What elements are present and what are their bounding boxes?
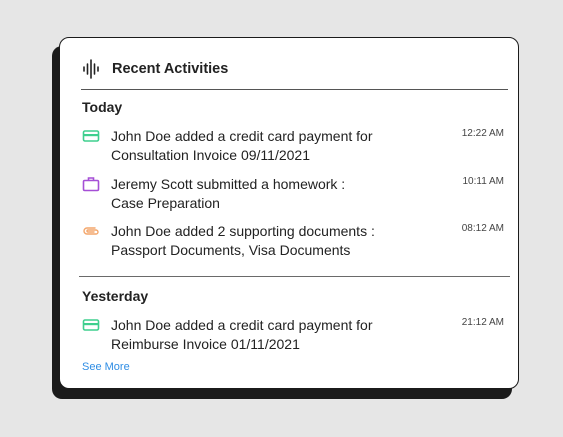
activity-line-1: John Doe added a credit card payment for <box>111 128 373 144</box>
activity-line-1: Jeremy Scott submitted a homework : <box>111 176 346 192</box>
briefcase-icon <box>82 177 100 192</box>
section-title-yesterday: Yesterday <box>82 288 149 304</box>
sound-wave-icon <box>83 59 99 79</box>
activity-text: John Doe added a credit card payment for… <box>111 316 441 354</box>
activity-item: John Doe added 2 supporting documents : … <box>82 222 504 262</box>
activity-time: 10:11 AM <box>462 176 504 187</box>
activity-time: 21:12 AM <box>461 317 504 328</box>
see-more-link[interactable]: See More <box>82 361 130 373</box>
activity-line-2: Case Preparation <box>111 195 220 211</box>
paperclip-icon <box>83 227 99 235</box>
card-header: Recent Activities <box>82 58 228 80</box>
activity-line-1: John Doe added a credit card payment for <box>111 317 373 333</box>
activity-time: 08:12 AM <box>461 223 504 234</box>
section-divider <box>79 276 510 277</box>
activity-line-2: Reimburse Invoice 01/11/2021 <box>111 336 300 352</box>
activity-text: John Doe added a credit card payment for… <box>111 127 441 165</box>
activity-text: Jeremy Scott submitted a homework : Case… <box>111 175 441 213</box>
activity-line-1: John Doe added 2 supporting documents : <box>111 223 375 239</box>
header-divider <box>81 89 508 90</box>
activity-line-2: Passport Documents, Visa Documents <box>111 242 351 258</box>
activity-item: Jeremy Scott submitted a homework : Case… <box>82 175 504 215</box>
credit-card-icon <box>82 319 100 331</box>
credit-card-icon <box>82 130 100 142</box>
activity-text: John Doe added 2 supporting documents : … <box>111 222 441 260</box>
card-title: Recent Activities <box>112 61 229 77</box>
activity-line-2: Consultation Invoice 09/11/2021 <box>111 147 310 163</box>
activity-time: 12:22 AM <box>461 128 504 139</box>
recent-activities-card: Recent Activities Today John Doe added a… <box>59 37 519 389</box>
activity-item: John Doe added a credit card payment for… <box>82 127 504 167</box>
section-title-today: Today <box>82 99 123 115</box>
activity-item: John Doe added a credit card payment for… <box>82 316 504 356</box>
